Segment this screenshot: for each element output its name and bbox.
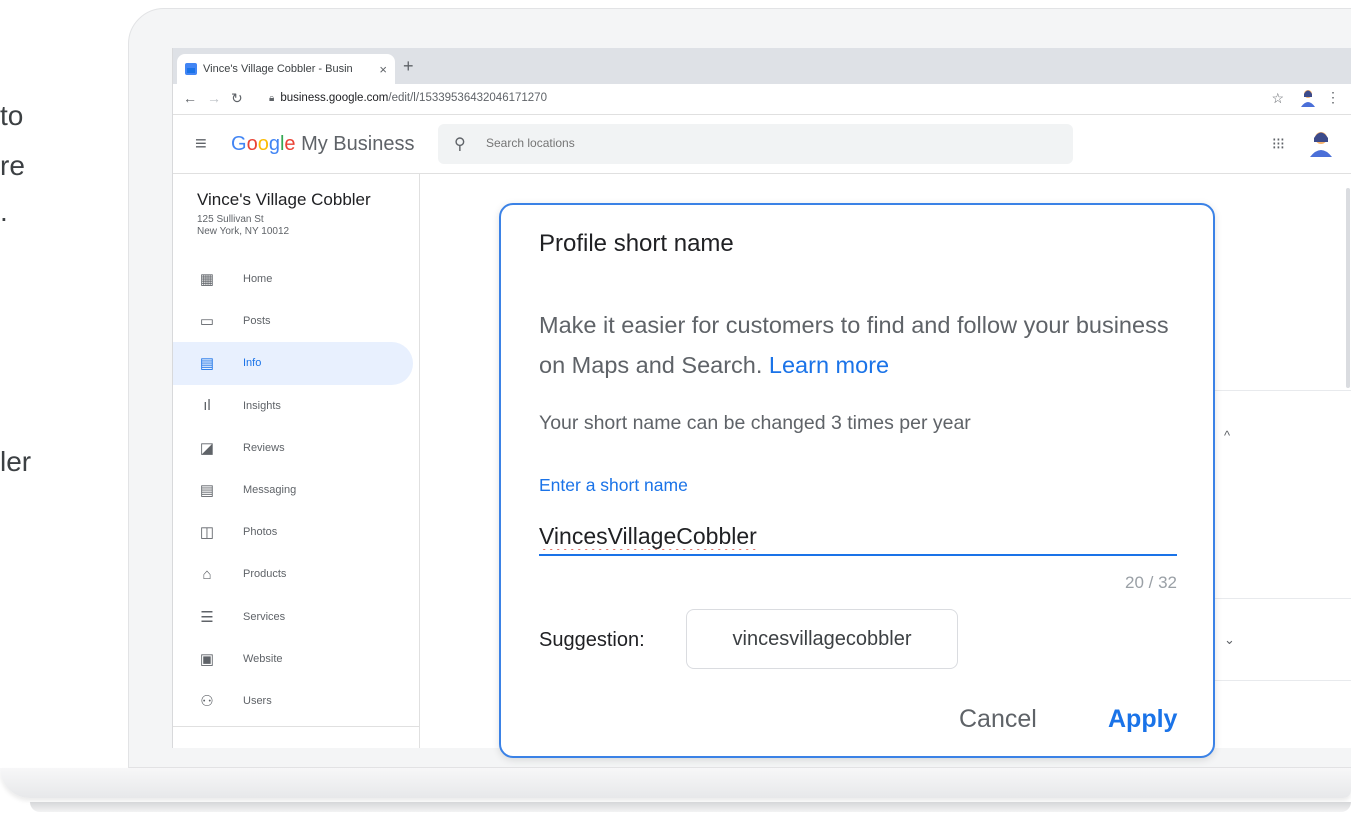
home-icon: ▦ [199,271,215,289]
insights-icon: ıl [203,397,211,415]
address-bar: ← → ↻ 🔒︎ business.google.com/edit/l/15339… [173,84,1351,115]
url-domain: business.google.com [280,92,389,104]
cancel-button[interactable]: Cancel [959,705,1037,734]
business-address: 125 Sullivan St New York, NY 10012 [197,214,290,237]
sidebar-item-website[interactable]: ▣ Website [173,638,413,680]
sidebar-item-products[interactable]: ⌂ Products [173,553,413,595]
sidebar-item-users[interactable]: ⚇ Users [173,680,413,722]
browser-tab-bar: Vince's Village Cobbler - Busin × + [173,48,1351,84]
laptop-base-shadow [30,802,1351,812]
browser-menu-icon[interactable]: ⋮ [1326,89,1340,106]
google-my-business-logo[interactable]: Google My Business [231,133,414,156]
profile-avatar-icon[interactable] [1300,89,1316,107]
bookmark-star-icon[interactable]: ☆ [1271,90,1284,107]
lock-icon: 🔒︎ [269,93,275,104]
sidebar-item-photos[interactable]: ◫ Photos [173,511,413,553]
photos-icon: ◫ [199,524,215,542]
sidebar-divider [173,726,419,727]
tab-close-icon[interactable]: × [379,62,387,77]
url-field[interactable]: 🔒︎ business.google.com/edit/l/15339536432… [269,92,547,104]
account-avatar[interactable] [1308,129,1334,157]
sidebar-item-insights[interactable]: ıl Insights [173,385,413,427]
search-input[interactable] [484,135,1048,151]
website-icon: ▣ [199,650,215,668]
dialog-description: Make it easier for customers to find and… [539,312,1169,378]
apply-button[interactable]: Apply [1108,705,1177,734]
section-divider [1208,390,1351,391]
laptop-base [0,768,1351,798]
sidebar-item-services[interactable]: ☰ Services [173,596,413,638]
suggestion-chip[interactable]: vincesvillagecobbler [686,609,958,669]
background-text-fragment: re [0,150,25,181]
sidebar-item-posts[interactable]: ▭ Posts [173,300,413,342]
sidebar-nav: ▦ Home ▭ Posts ▤ Info ıl Insights ◪ Reviews ▤… [173,258,413,722]
users-icon: ⚇ [200,692,214,710]
business-name: Vince's Village Cobbler [197,190,371,209]
tab-title: Vince's Village Cobbler - Busin [203,63,353,75]
background-text-fragment: to [0,100,24,131]
sidebar-item-home[interactable]: ▦ Home [173,258,413,300]
background-text-fragment: ler [0,446,32,477]
suggestion-label: Suggestion: [539,629,645,651]
services-icon: ☰ [200,608,214,626]
section-divider [1208,598,1351,599]
search-box[interactable]: ⚲ [438,124,1073,164]
new-tab-button[interactable]: + [403,56,414,77]
app-header: ≡ Google My Business ⚲ ⁝⁝⁝ [173,115,1351,174]
sidebar-item-reviews[interactable]: ◪ Reviews [173,427,413,469]
search-icon: ⚲ [454,136,466,153]
reviews-icon: ◪ [199,439,215,457]
store-icon: ▤ [199,355,215,373]
learn-more-link[interactable]: Learn more [769,352,889,378]
products-icon: ⌂ [202,565,212,583]
browser-tab[interactable]: Vince's Village Cobbler - Busin × [177,54,395,84]
chevron-up-icon[interactable]: ^ [1224,428,1230,443]
background-text-fragment: . [0,196,8,227]
back-icon[interactable]: ← [183,90,197,106]
sidebar-item-messaging[interactable]: ▤ Messaging [173,469,413,511]
scrollbar[interactable] [1346,188,1350,388]
short-name-field-label: Enter a short name [539,475,688,495]
messaging-icon: ▤ [199,482,215,500]
hamburger-menu-icon[interactable]: ≡ [195,133,207,156]
reload-icon[interactable]: ↻ [231,90,243,107]
sidebar: Vince's Village Cobbler 125 Sullivan St … [173,174,420,748]
chevron-down-icon[interactable]: ⌄ [1224,632,1235,648]
change-limit-note: Your short name can be changed 3 times p… [539,412,971,434]
apps-grid-icon[interactable]: ⁝⁝⁝ [1272,134,1285,154]
forward-icon[interactable]: → [207,90,221,106]
short-name-input[interactable] [539,518,1177,556]
short-name-dialog: Profile short name Make it easier for cu… [499,203,1215,758]
sidebar-item-info[interactable]: ▤ Info [173,342,413,385]
dialog-title: Profile short name [539,230,734,257]
section-divider [1208,680,1351,681]
posts-icon: ▭ [199,313,215,331]
favicon-icon [185,63,197,75]
product-name: My Business [301,133,415,155]
url-path: /edit/l/15339536432046171270 [388,92,547,104]
character-counter: 20 / 32 [1125,573,1177,592]
